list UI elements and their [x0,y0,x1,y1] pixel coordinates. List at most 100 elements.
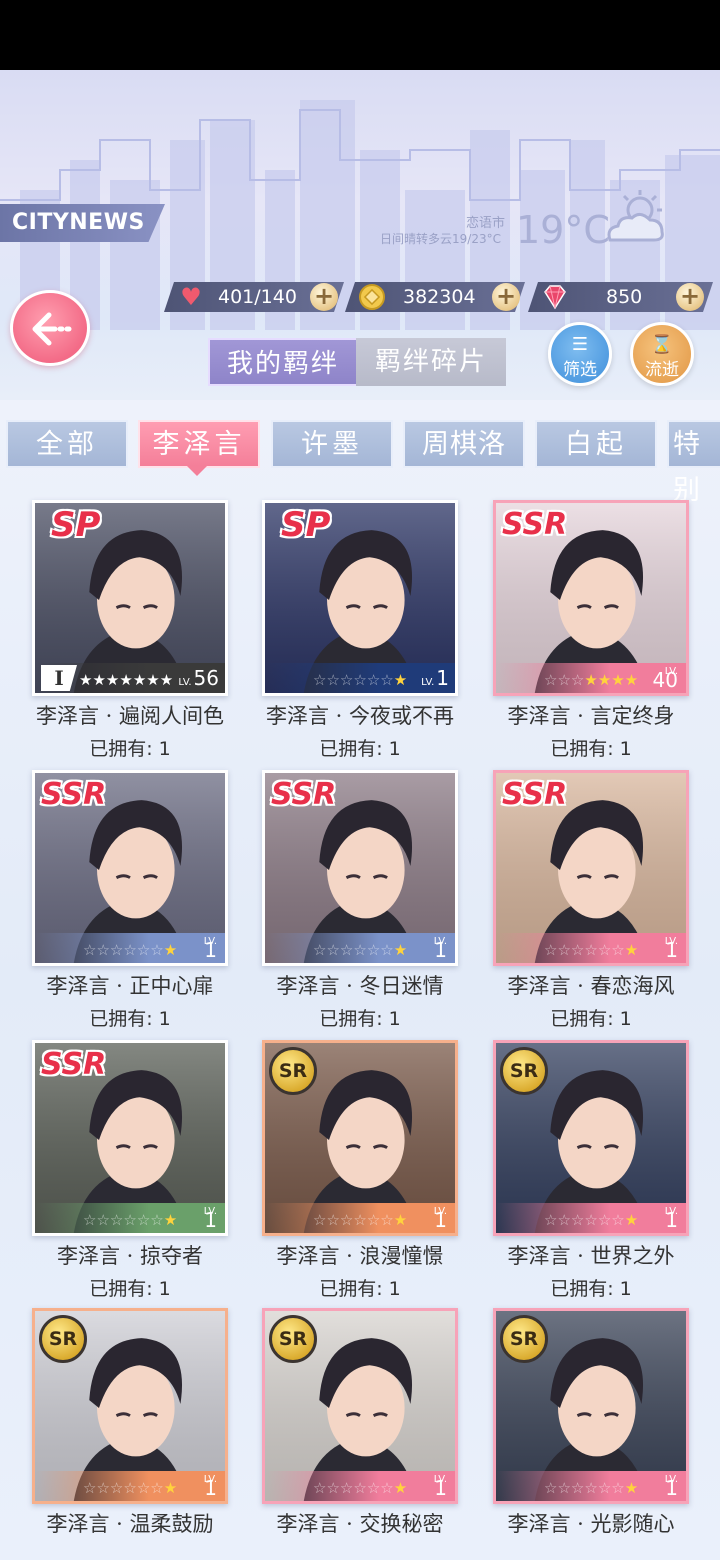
card-name: 李泽言 · 交换秘密 [276,1512,444,1536]
bond-card[interactable]: ☆☆☆☆☆☆★ LV. 1 SSR [493,770,689,966]
bond-card[interactable]: ☆☆☆☆☆☆★ LV. 1 SSR [262,770,458,966]
bond-card[interactable]: ★★★★★★★ I LV. 56 SP [32,500,228,696]
weather-city: 恋语市 [466,216,506,231]
status-bar [0,0,720,70]
card-frame: ☆☆☆☆☆☆★ LV. 1 SSR [32,770,228,966]
card-name: 李泽言 · 光影随心 [507,1512,675,1536]
card-frame: ☆☆☆☆☆☆★ LV. 1 SSR [493,770,689,966]
add-diamond-button[interactable]: + [676,283,704,311]
bond-card[interactable]: ☆☆☆☆☆☆★ LV. 1 SR [262,1040,458,1236]
owned-count: 已拥有: 1 [550,738,632,760]
bond-card[interactable]: ☆☆☆☆☆☆★ LV. 1 SR [262,1308,458,1504]
coin-icon [357,283,387,311]
tab-xu-mo[interactable]: 许墨 [271,420,393,468]
filter-label: 筛选 [563,360,597,380]
card-frame: ☆☆☆☆☆☆★ LV. 1 SP [262,500,458,696]
owned-count: 已拥有: 1 [319,738,401,760]
rarity-badge: SR [500,1047,548,1095]
rarity-badge: SSR [502,507,568,542]
add-gold-button[interactable]: + [492,283,520,311]
card-level: 1 [665,938,678,962]
card-frame: ☆☆☆☆☆☆★ LV. 1 SSR [32,1040,228,1236]
rarity-badge: SR [269,1315,317,1363]
tab-li-zeyan[interactable]: 李泽言 [138,420,260,468]
card-name: 李泽言 · 掠夺者 [56,1244,204,1268]
star-rating: ★★★★★★★ [79,671,174,689]
owned-count: 已拥有: 1 [550,1278,632,1300]
card-frame: ☆☆☆☆☆☆★ LV. 1 SR [493,1040,689,1236]
bond-card[interactable]: ☆☆☆☆☆☆★ LV. 1 SP [262,500,458,696]
weather-temperature: 19°C [516,208,610,252]
card-level: 1 [434,938,447,962]
card-level: 1 [204,938,217,962]
rarity-badge: SSR [41,777,107,812]
star-rating: ☆☆☆★★★★ [544,671,639,689]
back-button[interactable] [10,290,90,366]
time-elapse-button[interactable]: ⌛ 流逝 [630,322,694,386]
citynews-banner: CITYNEWS [0,204,165,242]
filter-button[interactable]: ☰ 筛选 [548,322,612,386]
card-frame: ☆☆☆★★★★ LV. 40 SSR [493,500,689,696]
bond-card[interactable]: ☆☆☆☆☆☆★ LV. 1 SSR [32,770,228,966]
add-stamina-button[interactable]: + [310,283,338,311]
rarity-badge: SSR [41,1047,107,1082]
card-name: 李泽言 · 言定终身 [507,704,675,728]
tab-bai-qi[interactable]: 白起 [535,420,657,468]
bond-card[interactable]: ☆☆☆☆☆☆★ LV. 1 SR [493,1308,689,1504]
card-name: 李泽言 · 世界之外 [507,1244,675,1268]
weather-description: 日间晴转多云19/23°C [380,232,501,246]
gold-value: 382304 [403,286,476,308]
segment-bond-fragments[interactable]: 羁绊碎片 [356,338,506,386]
hourglass-icon: ⌛ [650,334,674,355]
card-name: 李泽言 · 今夜或不再 [265,704,455,728]
owned-count: 已拥有: 1 [550,1008,632,1030]
card-name: 李泽言 · 温柔鼓励 [46,1512,214,1536]
tab-zhou-qiluo[interactable]: 周棋洛 [403,420,525,468]
star-rating: ☆☆☆☆☆☆★ [313,1479,408,1497]
back-arrow-icon [32,312,72,346]
star-rating: ☆☆☆☆☆☆★ [313,941,408,959]
time-elapse-label: 流逝 [645,360,679,380]
rarity-badge: SP [51,505,101,545]
star-rating: ☆☆☆☆☆☆★ [83,1479,178,1497]
segment-my-bonds[interactable]: 我的羁绊 [208,338,358,386]
diamond-value: 850 [606,286,643,308]
stamina-value: 401/140 [218,286,297,308]
card-frame: ☆☆☆☆☆☆★ LV. 1 SSR [262,770,458,966]
rarity-badge: SR [39,1315,87,1363]
bond-card[interactable]: ☆☆☆★★★★ LV. 40 SSR [493,500,689,696]
card-level: 40 [652,668,678,692]
owned-count: 已拥有: 1 [319,1278,401,1300]
rarity-badge: SR [500,1315,548,1363]
owned-count: 已拥有: 1 [89,1008,171,1030]
card-level: 1 [665,1476,678,1500]
card-level: LV. 56 [178,666,219,690]
owned-count: 已拥有: 1 [89,1278,171,1300]
owned-count: 已拥有: 1 [89,738,171,760]
partly-cloudy-icon [607,190,664,242]
star-rating: ☆☆☆☆☆☆★ [544,1211,639,1229]
card-level: LV. 1 [421,666,449,690]
card-level: 1 [434,1476,447,1500]
bond-card[interactable]: ☆☆☆☆☆☆★ LV. 1 SR [32,1308,228,1504]
card-frame: ☆☆☆☆☆☆★ LV. 1 SR [493,1308,689,1504]
rarity-badge: SSR [271,777,337,812]
card-name: 李泽言 · 遍阅人间色 [35,704,225,728]
card-frame: ☆☆☆☆☆☆★ LV. 1 SR [32,1308,228,1504]
tab-special[interactable]: 特别 [667,420,720,506]
filter-icon: ☰ [571,334,589,355]
card-name: 李泽言 · 春恋海风 [507,974,675,998]
star-rating: ☆☆☆☆☆☆★ [544,1479,639,1497]
diamond-icon [540,283,570,311]
bond-card[interactable]: ☆☆☆☆☆☆★ LV. 1 SR [493,1040,689,1236]
card-level: 1 [204,1208,217,1232]
rarity-badge: SR [269,1047,317,1095]
bond-card[interactable]: ☆☆☆☆☆☆★ LV. 1 SSR [32,1040,228,1236]
tab-all[interactable]: 全部 [6,420,128,468]
star-rating: ☆☆☆☆☆☆★ [313,671,408,689]
card-name: 李泽言 · 正中心扉 [46,974,214,998]
card-name: 李泽言 · 浪漫憧憬 [276,1244,444,1268]
star-rating: ☆☆☆☆☆☆★ [83,1211,178,1229]
card-frame: ☆☆☆☆☆☆★ LV. 1 SR [262,1040,458,1236]
card-frame: ☆☆☆☆☆☆★ LV. 1 SR [262,1308,458,1504]
